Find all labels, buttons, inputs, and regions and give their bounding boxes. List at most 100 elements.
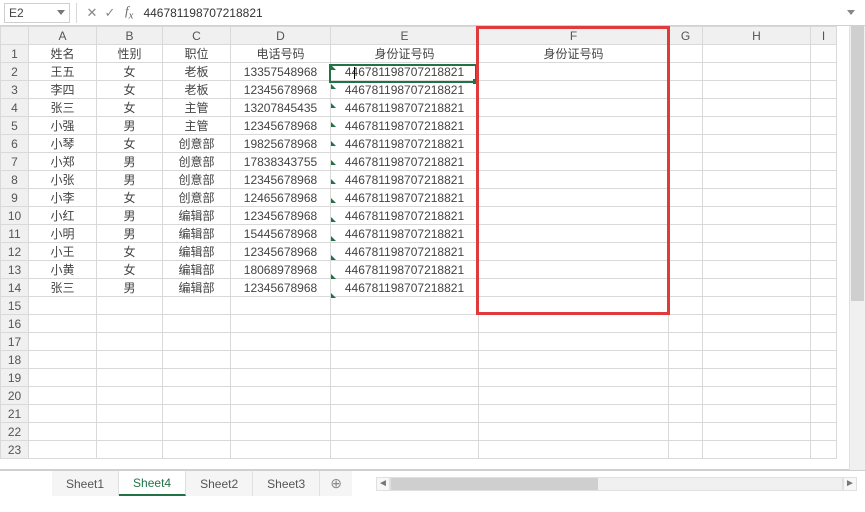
cell-I16[interactable] — [811, 315, 837, 333]
cell-E6[interactable]: 446781198707218821 — [331, 135, 479, 153]
cell-I4[interactable] — [811, 99, 837, 117]
row-header-23[interactable]: 23 — [1, 441, 29, 459]
cell-H22[interactable] — [703, 423, 811, 441]
row-header-17[interactable]: 17 — [1, 333, 29, 351]
cell-G21[interactable] — [669, 405, 703, 423]
cell-F6[interactable] — [479, 135, 669, 153]
col-header-G[interactable]: G — [669, 27, 703, 45]
cell-G17[interactable] — [669, 333, 703, 351]
cell-E12[interactable]: 446781198707218821 — [331, 243, 479, 261]
row-header-19[interactable]: 19 — [1, 369, 29, 387]
row-header-9[interactable]: 9 — [1, 189, 29, 207]
cell-B15[interactable] — [97, 297, 163, 315]
cell-H13[interactable] — [703, 261, 811, 279]
cell-F7[interactable] — [479, 153, 669, 171]
row-header-1[interactable]: 1 — [1, 45, 29, 63]
cell-E1[interactable]: 身份证号码 — [331, 45, 479, 63]
cell-C22[interactable] — [163, 423, 231, 441]
cell-G11[interactable] — [669, 225, 703, 243]
sheet-tab-sheet2[interactable]: Sheet2 — [186, 471, 253, 496]
cell-E20[interactable] — [331, 387, 479, 405]
cell-E8[interactable]: 446781198707218821 — [331, 171, 479, 189]
cell-B17[interactable] — [97, 333, 163, 351]
cell-E13[interactable]: 446781198707218821 — [331, 261, 479, 279]
cell-H15[interactable] — [703, 297, 811, 315]
cell-F15[interactable] — [479, 297, 669, 315]
cell-D2[interactable]: 13357548968 — [231, 63, 331, 81]
col-header-H[interactable]: H — [703, 27, 811, 45]
cell-B19[interactable] — [97, 369, 163, 387]
cell-B20[interactable] — [97, 387, 163, 405]
cell-G22[interactable] — [669, 423, 703, 441]
cell-I5[interactable] — [811, 117, 837, 135]
cell-D19[interactable] — [231, 369, 331, 387]
cell-F13[interactable] — [479, 261, 669, 279]
cell-A19[interactable] — [29, 369, 97, 387]
cell-C10[interactable]: 编辑部 — [163, 207, 231, 225]
cell-F19[interactable] — [479, 369, 669, 387]
cell-D22[interactable] — [231, 423, 331, 441]
horizontal-scrollbar[interactable]: ◄ ► — [352, 471, 865, 496]
cell-G1[interactable] — [669, 45, 703, 63]
cell-G16[interactable] — [669, 315, 703, 333]
cell-C1[interactable]: 职位 — [163, 45, 231, 63]
cell-E10[interactable]: 446781198707218821 — [331, 207, 479, 225]
cell-E18[interactable] — [331, 351, 479, 369]
col-header-B[interactable]: B — [97, 27, 163, 45]
cell-A8[interactable]: 小张 — [29, 171, 97, 189]
row-header-3[interactable]: 3 — [1, 81, 29, 99]
cell-B3[interactable]: 女 — [97, 81, 163, 99]
cell-G13[interactable] — [669, 261, 703, 279]
cell-C9[interactable]: 创意部 — [163, 189, 231, 207]
cell-A4[interactable]: 张三 — [29, 99, 97, 117]
cell-F9[interactable] — [479, 189, 669, 207]
cell-I14[interactable] — [811, 279, 837, 297]
cell-C12[interactable]: 编辑部 — [163, 243, 231, 261]
row-header-21[interactable]: 21 — [1, 405, 29, 423]
cell-E14[interactable]: 446781198707218821 — [331, 279, 479, 297]
cell-C7[interactable]: 创意部 — [163, 153, 231, 171]
cell-F10[interactable] — [479, 207, 669, 225]
cell-D23[interactable] — [231, 441, 331, 459]
row-header-22[interactable]: 22 — [1, 423, 29, 441]
cell-B21[interactable] — [97, 405, 163, 423]
cell-G18[interactable] — [669, 351, 703, 369]
cell-C19[interactable] — [163, 369, 231, 387]
cell-H10[interactable] — [703, 207, 811, 225]
cell-B10[interactable]: 男 — [97, 207, 163, 225]
cell-I22[interactable] — [811, 423, 837, 441]
cell-C23[interactable] — [163, 441, 231, 459]
cell-A15[interactable] — [29, 297, 97, 315]
cell-D7[interactable]: 17838343755 — [231, 153, 331, 171]
cell-E16[interactable] — [331, 315, 479, 333]
cell-H2[interactable] — [703, 63, 811, 81]
vertical-scroll-thumb[interactable] — [851, 26, 864, 301]
cell-H18[interactable] — [703, 351, 811, 369]
cell-G3[interactable] — [669, 81, 703, 99]
cell-E5[interactable]: 446781198707218821 — [331, 117, 479, 135]
cell-F1[interactable]: 身份证号码 — [479, 45, 669, 63]
cell-E2[interactable]: 446781198707218821 — [331, 63, 479, 81]
cell-F22[interactable] — [479, 423, 669, 441]
cell-B11[interactable]: 男 — [97, 225, 163, 243]
cell-C15[interactable] — [163, 297, 231, 315]
cancel-icon[interactable]: ✕ — [83, 5, 101, 21]
cell-C5[interactable]: 主管 — [163, 117, 231, 135]
cell-E7[interactable]: 446781198707218821 — [331, 153, 479, 171]
cell-H16[interactable] — [703, 315, 811, 333]
cell-H7[interactable] — [703, 153, 811, 171]
grid-area[interactable]: ABCDEFGHI1姓名性别职位电话号码身份证号码身份证号码2王五女老板1335… — [0, 26, 865, 470]
cell-H1[interactable] — [703, 45, 811, 63]
cell-G10[interactable] — [669, 207, 703, 225]
row-header-12[interactable]: 12 — [1, 243, 29, 261]
enter-icon[interactable]: ✓ — [101, 5, 119, 21]
cell-C8[interactable]: 创意部 — [163, 171, 231, 189]
cell-H20[interactable] — [703, 387, 811, 405]
cell-D1[interactable]: 电话号码 — [231, 45, 331, 63]
cell-A5[interactable]: 小强 — [29, 117, 97, 135]
cell-E11[interactable]: 446781198707218821 — [331, 225, 479, 243]
cell-H19[interactable] — [703, 369, 811, 387]
cell-A20[interactable] — [29, 387, 97, 405]
expand-formula-icon[interactable] — [847, 10, 855, 15]
cell-H23[interactable] — [703, 441, 811, 459]
